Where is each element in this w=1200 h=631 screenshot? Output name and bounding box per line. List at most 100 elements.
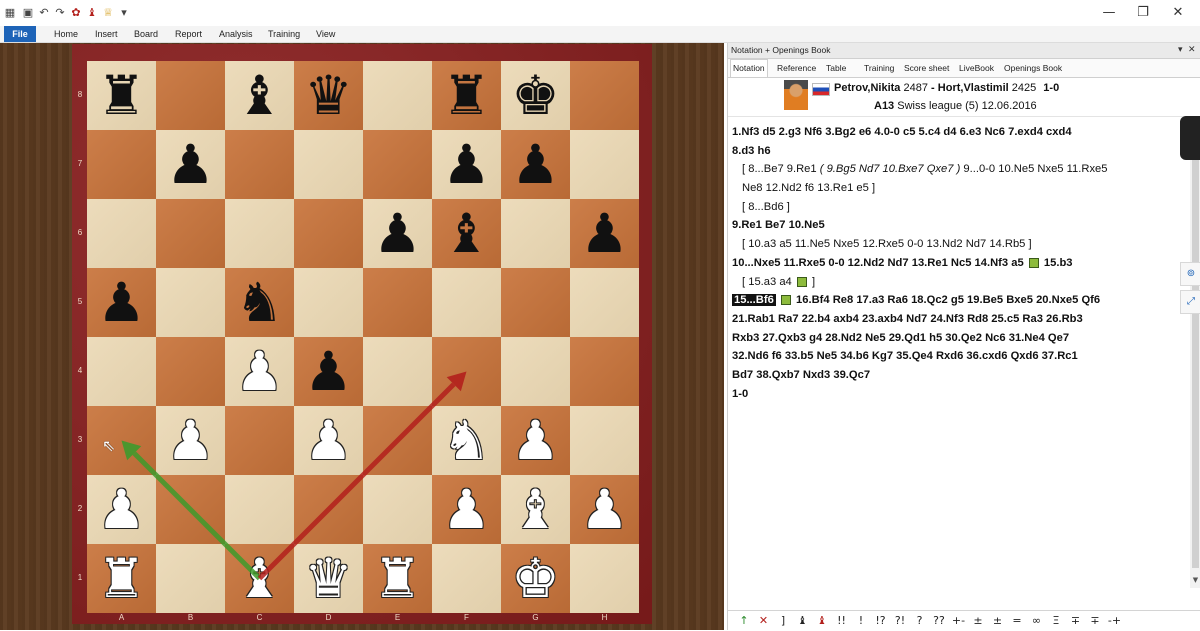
menu-view[interactable]: View [316,27,335,41]
white-pawn-icon[interactable]: ♟ [432,475,501,544]
square-e3[interactable] [363,406,432,475]
black-player[interactable]: Hort,Vlastimil [938,82,1009,94]
square-b2[interactable] [156,475,225,544]
notation-line[interactable]: 21.Rab1 Ra7 22.b4 axb4 23.axb4 Nd7 24.Nf… [732,310,1178,329]
square-c6[interactable] [225,199,294,268]
square-d7[interactable] [294,130,363,199]
annotation-button[interactable]: ± [970,613,986,629]
variation-line[interactable]: [ 8...Bd6 ] [732,198,1178,217]
bishop-icon[interactable]: ♝ [86,7,98,19]
square-b4[interactable] [156,337,225,406]
variation-line[interactable]: [ 8...Be7 9.Re1 ( 9.Bg5 Nd7 10.Bxe7 Qxe7… [732,160,1178,179]
square-a7[interactable] [87,130,156,199]
square-h8[interactable] [570,61,639,130]
notation-line[interactable]: 10...Nxe5 11.Rxe5 0-0 12.Nd2 Nd7 13.Re1 … [732,254,1178,273]
notation-line[interactable]: Bd7 38.Qxb7 Nxd3 39.Qc7 [732,366,1178,385]
square-e5[interactable] [363,268,432,337]
white-pawn-icon[interactable]: ♟ [501,406,570,475]
variation-text[interactable]: [ 8...Be7 9.Re1 [742,163,820,175]
white-pawn-icon[interactable]: ♟ [156,406,225,475]
undo-icon[interactable]: ↶ [38,7,50,19]
annotation-button[interactable]: +- [951,613,967,629]
annotation-button[interactable]: ?? [931,613,947,629]
square-b1[interactable] [156,544,225,613]
annotation-button[interactable]: Ξ [1048,613,1064,629]
tab-openings-book[interactable]: Openings Book [1002,61,1064,75]
annotation-button[interactable]: ↑ [736,613,752,629]
square-f1[interactable] [432,544,501,613]
notation-line[interactable]: 1.Nf3 d5 2.g3 Nf6 3.Bg2 e6 4.0-0 c5 5.c4… [732,123,1178,142]
chess-board[interactable]: ♜ ♝ ♛ ♜ ♚ ♟ ♟ ♟ ♟ ♝ ♟ ♟ ♞ ♟ ♟ ♟ ♟ ♞ ♟ ♟ ♟ ♝ ♟ ♜ ♝ ♛ ♜ ♚ [87,61,639,613]
annotation-button[interactable]: = [1009,613,1025,629]
square-e7[interactable] [363,130,432,199]
square-f5[interactable] [432,268,501,337]
square-b5[interactable] [156,268,225,337]
side-handle[interactable] [1180,116,1200,160]
square-h3[interactable] [570,406,639,475]
tab-reference[interactable]: Reference [775,61,818,75]
white-pawn-icon[interactable]: ♟ [294,406,363,475]
white-king-icon[interactable]: ♚ [501,544,570,613]
file-menu[interactable]: File [4,26,36,42]
black-rook-icon[interactable]: ♜ [432,61,501,130]
white-queen-icon[interactable]: ♛ [294,544,363,613]
menu-board[interactable]: Board [134,27,158,41]
black-pawn-icon[interactable]: ♟ [363,199,432,268]
black-pawn-icon[interactable]: ♟ [501,130,570,199]
annotation-button[interactable]: ∞ [1029,613,1045,629]
current-move[interactable]: 15...Bf6 [732,294,776,307]
black-pawn-icon[interactable]: ♟ [87,268,156,337]
annotation-button[interactable]: -+ [1107,613,1123,629]
grid-icon[interactable]: ▦ [4,7,16,19]
black-king-icon[interactable]: ♚ [501,61,570,130]
scroll-down-icon[interactable]: ▼ [1190,576,1200,584]
menu-training[interactable]: Training [268,27,300,41]
annotation-button[interactable]: ∓ [1087,613,1103,629]
redo-icon[interactable]: ↷ [54,7,66,19]
trophy-icon[interactable]: ♕ [102,7,114,19]
menu-analysis[interactable]: Analysis [219,27,253,41]
teamviewer-icon[interactable]: ⊚ [1180,262,1200,286]
black-queen-icon[interactable]: ♛ [294,61,363,130]
expand-icon[interactable]: ⤢ [1180,290,1200,314]
annotation-button[interactable]: !! [834,613,850,629]
black-bishop-icon[interactable]: ♝ [432,199,501,268]
square-e8[interactable] [363,61,432,130]
white-player[interactable]: Petrov,Nikita [834,82,900,94]
annotation-button[interactable]: ? [912,613,928,629]
annotation-button[interactable]: ∓ [1068,613,1084,629]
square-h1[interactable] [570,544,639,613]
menu-insert[interactable]: Insert [95,27,118,41]
square-b8[interactable] [156,61,225,130]
panel-close-icon[interactable]: ✕ [1188,43,1196,58]
notation-line[interactable]: Rxb3 27.Qxb3 g4 28.Nd2 Ne5 29.Qd1 h5 30.… [732,329,1178,348]
annotation-button[interactable]: ! [853,613,869,629]
tab-notation[interactable]: Notation [730,59,768,77]
notation-scrollbar[interactable]: ▲ ▼ [1190,118,1200,588]
square-d6[interactable] [294,199,363,268]
menu-home[interactable]: Home [54,27,78,41]
black-pawn-icon[interactable]: ♟ [156,130,225,199]
notation-line[interactable]: 15...Bf6 16.Bf4 Re8 17.a3 Ra6 18.Qc2 g5 … [732,291,1178,310]
square-a4[interactable] [87,337,156,406]
white-rook-icon[interactable]: ♜ [87,544,156,613]
white-bishop-icon[interactable]: ♝ [225,544,294,613]
tab-livebook[interactable]: LiveBook [957,61,996,75]
black-pawn-icon[interactable]: ♟ [570,199,639,268]
panel-dropdown-icon[interactable]: ▾ [1178,43,1183,58]
variation-text[interactable]: [ 15.a3 a4 [742,276,792,288]
annotation-button[interactable]: ± [990,613,1006,629]
close-button[interactable]: ✕ [1163,3,1193,23]
tab-table[interactable]: Table [824,61,848,75]
black-pawn-icon[interactable]: ♟ [294,337,363,406]
white-pawn-icon[interactable]: ♟ [570,475,639,544]
annotation-button[interactable]: ♝ [795,613,811,629]
white-knight-icon[interactable]: ♞ [432,406,501,475]
square-h5[interactable] [570,268,639,337]
square-h7[interactable] [570,130,639,199]
variation-line[interactable]: Ne8 12.Nd2 f6 13.Re1 e5 ] [732,179,1178,198]
square-c3[interactable] [225,406,294,475]
square-d2[interactable] [294,475,363,544]
white-pawn-icon[interactable]: ♟ [225,337,294,406]
square-h4[interactable] [570,337,639,406]
